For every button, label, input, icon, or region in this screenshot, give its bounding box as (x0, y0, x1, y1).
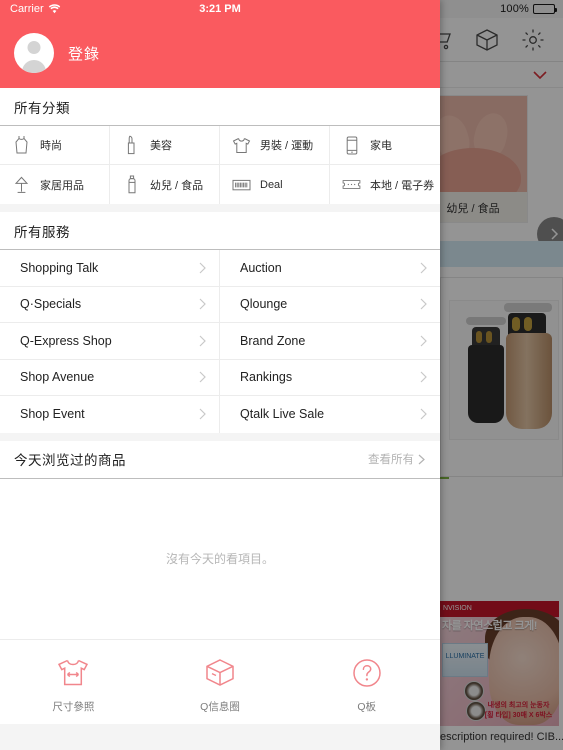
service-item-rankings[interactable]: Rankings (220, 360, 440, 396)
shortcut-label: Q板 (357, 700, 377, 713)
service-label: Shop Event (20, 407, 85, 422)
barcode-icon (232, 174, 251, 196)
service-item-auction[interactable]: Auction (220, 250, 440, 287)
chevron-right-icon (419, 261, 428, 275)
shortcut-size-guide[interactable]: 尺寸參照 (0, 640, 147, 724)
category-label: 男裝 / 運動 (260, 140, 314, 152)
drawer-tail-space (0, 723, 440, 750)
service-label: Shopping Talk (20, 260, 99, 275)
chevron-right-icon (417, 453, 426, 466)
shortcut-label: 尺寸參照 (52, 700, 95, 713)
service-item-q-express-shop[interactable]: Q-Express Shop (0, 323, 220, 360)
person-avatar-icon (14, 33, 54, 73)
category-label: 幼兒 / 食品 (150, 179, 204, 192)
services-section-header: 所有服務 (0, 212, 440, 250)
category-label: 家居用品 (40, 179, 84, 192)
service-label: Q·Specials (20, 297, 82, 312)
service-label: Qtalk Live Sale (240, 407, 325, 422)
ticket-icon (342, 174, 361, 196)
service-label: Auction (240, 260, 282, 275)
category-item-menswear-sports[interactable]: 男裝 / 運動 (220, 126, 330, 165)
service-label: Rankings (240, 370, 293, 385)
service-item-qlounge[interactable]: Qlounge (220, 287, 440, 323)
category-label: 時尚 (40, 140, 62, 152)
category-item-appliances[interactable]: 家电 (330, 126, 440, 165)
login-label[interactable]: 登錄 (68, 43, 100, 64)
section-gap (0, 432, 440, 441)
chevron-right-icon (419, 407, 428, 421)
service-item-qtalk-live-sale[interactable]: Qtalk Live Sale (220, 396, 440, 433)
view-all-link[interactable]: 查看所有 (368, 451, 426, 467)
service-item-shop-avenue[interactable]: Shop Avenue (0, 359, 220, 396)
chevron-right-icon (198, 261, 207, 275)
chevron-right-icon (198, 334, 207, 348)
categories-grid: 時尚 美容 男裝 / 運動 家电 家居用品 幼兒 / 食品 Deal 本地 / … (0, 126, 440, 204)
category-item-baby-food[interactable]: 幼兒 / 食品 (110, 165, 220, 204)
categories-section-title: 所有分類 (14, 100, 70, 116)
status-bar-time: 3:21 PM (199, 3, 241, 15)
service-item-q-specials[interactable]: Q·Specials (0, 286, 220, 323)
shortcut-q-board[interactable]: Q板 (293, 640, 440, 724)
shortcut-label: Q信息圈 (200, 700, 240, 713)
smartphone-icon (342, 134, 361, 156)
category-item-deal[interactable]: Deal (220, 165, 330, 204)
question-circle-icon (352, 656, 382, 690)
side-menu-drawer: Carrier 3:21 PM 登錄 所有分類 時尚 美容 男裝 / 運動 家电… (0, 0, 440, 750)
tshirt-icon (232, 134, 251, 156)
category-label: 本地 / 電子券 (370, 179, 435, 192)
chevron-right-icon (419, 370, 428, 384)
view-all-label: 查看所有 (368, 454, 414, 466)
shortcut-bar: 尺寸參照 Q信息圈 Q板 (0, 638, 440, 724)
service-item-shop-event[interactable]: Shop Event (0, 396, 220, 433)
service-label: Qlounge (240, 297, 288, 312)
status-bar: Carrier 3:21 PM (0, 0, 440, 18)
recent-section-title: 今天浏览过的商品 (14, 453, 126, 468)
category-label: 家电 (370, 140, 392, 152)
category-item-beauty[interactable]: 美容 (110, 126, 220, 165)
services-grid: Shopping Talk Auction Q·Specials Qlounge (0, 250, 440, 433)
chevron-right-icon (419, 297, 428, 311)
recent-empty-state: 沒有今天的看項目。 (0, 478, 440, 639)
dress-icon (12, 134, 31, 156)
lamp-icon (12, 174, 31, 196)
service-item-brand-zone[interactable]: Brand Zone (220, 323, 440, 360)
categories-section-header: 所有分類 (0, 88, 440, 126)
category-label: Deal (260, 178, 283, 191)
chevron-right-icon (198, 407, 207, 421)
box-icon (205, 656, 235, 690)
section-gap (0, 204, 440, 212)
category-item-home[interactable]: 家居用品 (0, 165, 110, 204)
lipstick-icon (122, 134, 141, 156)
category-label: 美容 (150, 140, 172, 152)
recent-empty-text: 沒有今天的看項目。 (165, 552, 274, 566)
category-item-local-voucher[interactable]: 本地 / 電子券 (330, 165, 440, 204)
shortcut-q-info[interactable]: Q信息圈 (147, 640, 294, 724)
recent-section-header: 今天浏览过的商品 查看所有 (0, 440, 440, 479)
services-section-title: 所有服務 (14, 224, 70, 240)
baby-bottle-icon (122, 174, 141, 196)
app-screen: 100% 幼兒 / 食品 NVISION 자를 자연스럽고 크게! LLUMIN… (0, 0, 563, 750)
chevron-right-icon (198, 370, 207, 384)
service-label: Shop Avenue (20, 370, 95, 385)
service-item-shopping-talk[interactable]: Shopping Talk (0, 250, 220, 287)
service-label: Q-Express Shop (20, 333, 112, 348)
chevron-right-icon (419, 334, 428, 348)
chevron-right-icon (198, 297, 207, 311)
profile-login-row[interactable]: 登錄 (0, 18, 440, 88)
service-label: Brand Zone (240, 333, 306, 348)
category-item-fashion[interactable]: 時尚 (0, 126, 110, 165)
tshirt-measure-icon (56, 656, 90, 690)
